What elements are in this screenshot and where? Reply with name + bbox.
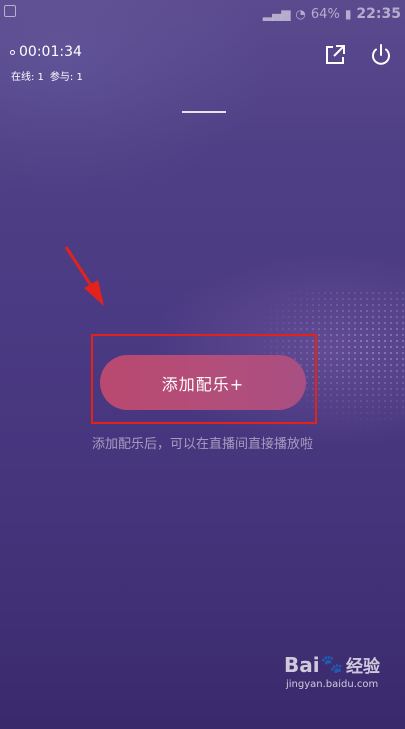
battery-percent: 64% xyxy=(310,6,340,22)
power-button[interactable] xyxy=(369,43,393,67)
recording-dot-icon xyxy=(10,49,15,55)
share-icon xyxy=(326,45,345,64)
add-music-button[interactable]: 添加配乐+ xyxy=(100,355,306,410)
status-bar: ▂▄▆ ◔ 64% ▮ 22:35 xyxy=(0,0,405,28)
share-button[interactable] xyxy=(323,43,347,67)
baidu-jingyan-watermark: Bai 🐾 经验 jingyan.baidu.com xyxy=(284,652,404,727)
watermark-brand: Bai 🐾 经验 xyxy=(284,652,404,678)
hint-text: 添加配乐后，可以在直播间直接播放啦 xyxy=(91,437,313,452)
timer-value: 00:01:34 xyxy=(19,44,82,60)
session-stats: 在线: 1 参与: 1 xyxy=(11,68,83,83)
clock: 22:35 xyxy=(356,6,401,22)
signal-icon: ▂▄▆ xyxy=(262,7,291,21)
watermark-url: jingyan.baidu.com xyxy=(286,679,379,690)
battery-icon: ▮ xyxy=(344,7,352,21)
participant-count: 参与: 1 xyxy=(49,72,83,83)
watermark-brand-suffix: 经验 xyxy=(346,657,381,677)
online-count: 在线: 1 xyxy=(11,72,44,83)
red-arrow-annotation xyxy=(64,246,104,306)
watermark-brand-prefix: Bai xyxy=(284,652,320,677)
wifi-icon: ◔ xyxy=(295,7,306,21)
notification-app-icon xyxy=(4,5,16,17)
paw-icon: 🐾 xyxy=(320,654,344,675)
power-icon xyxy=(372,44,390,65)
live-timer: 00:01:34 xyxy=(10,44,82,60)
drag-handle[interactable] xyxy=(182,111,226,113)
